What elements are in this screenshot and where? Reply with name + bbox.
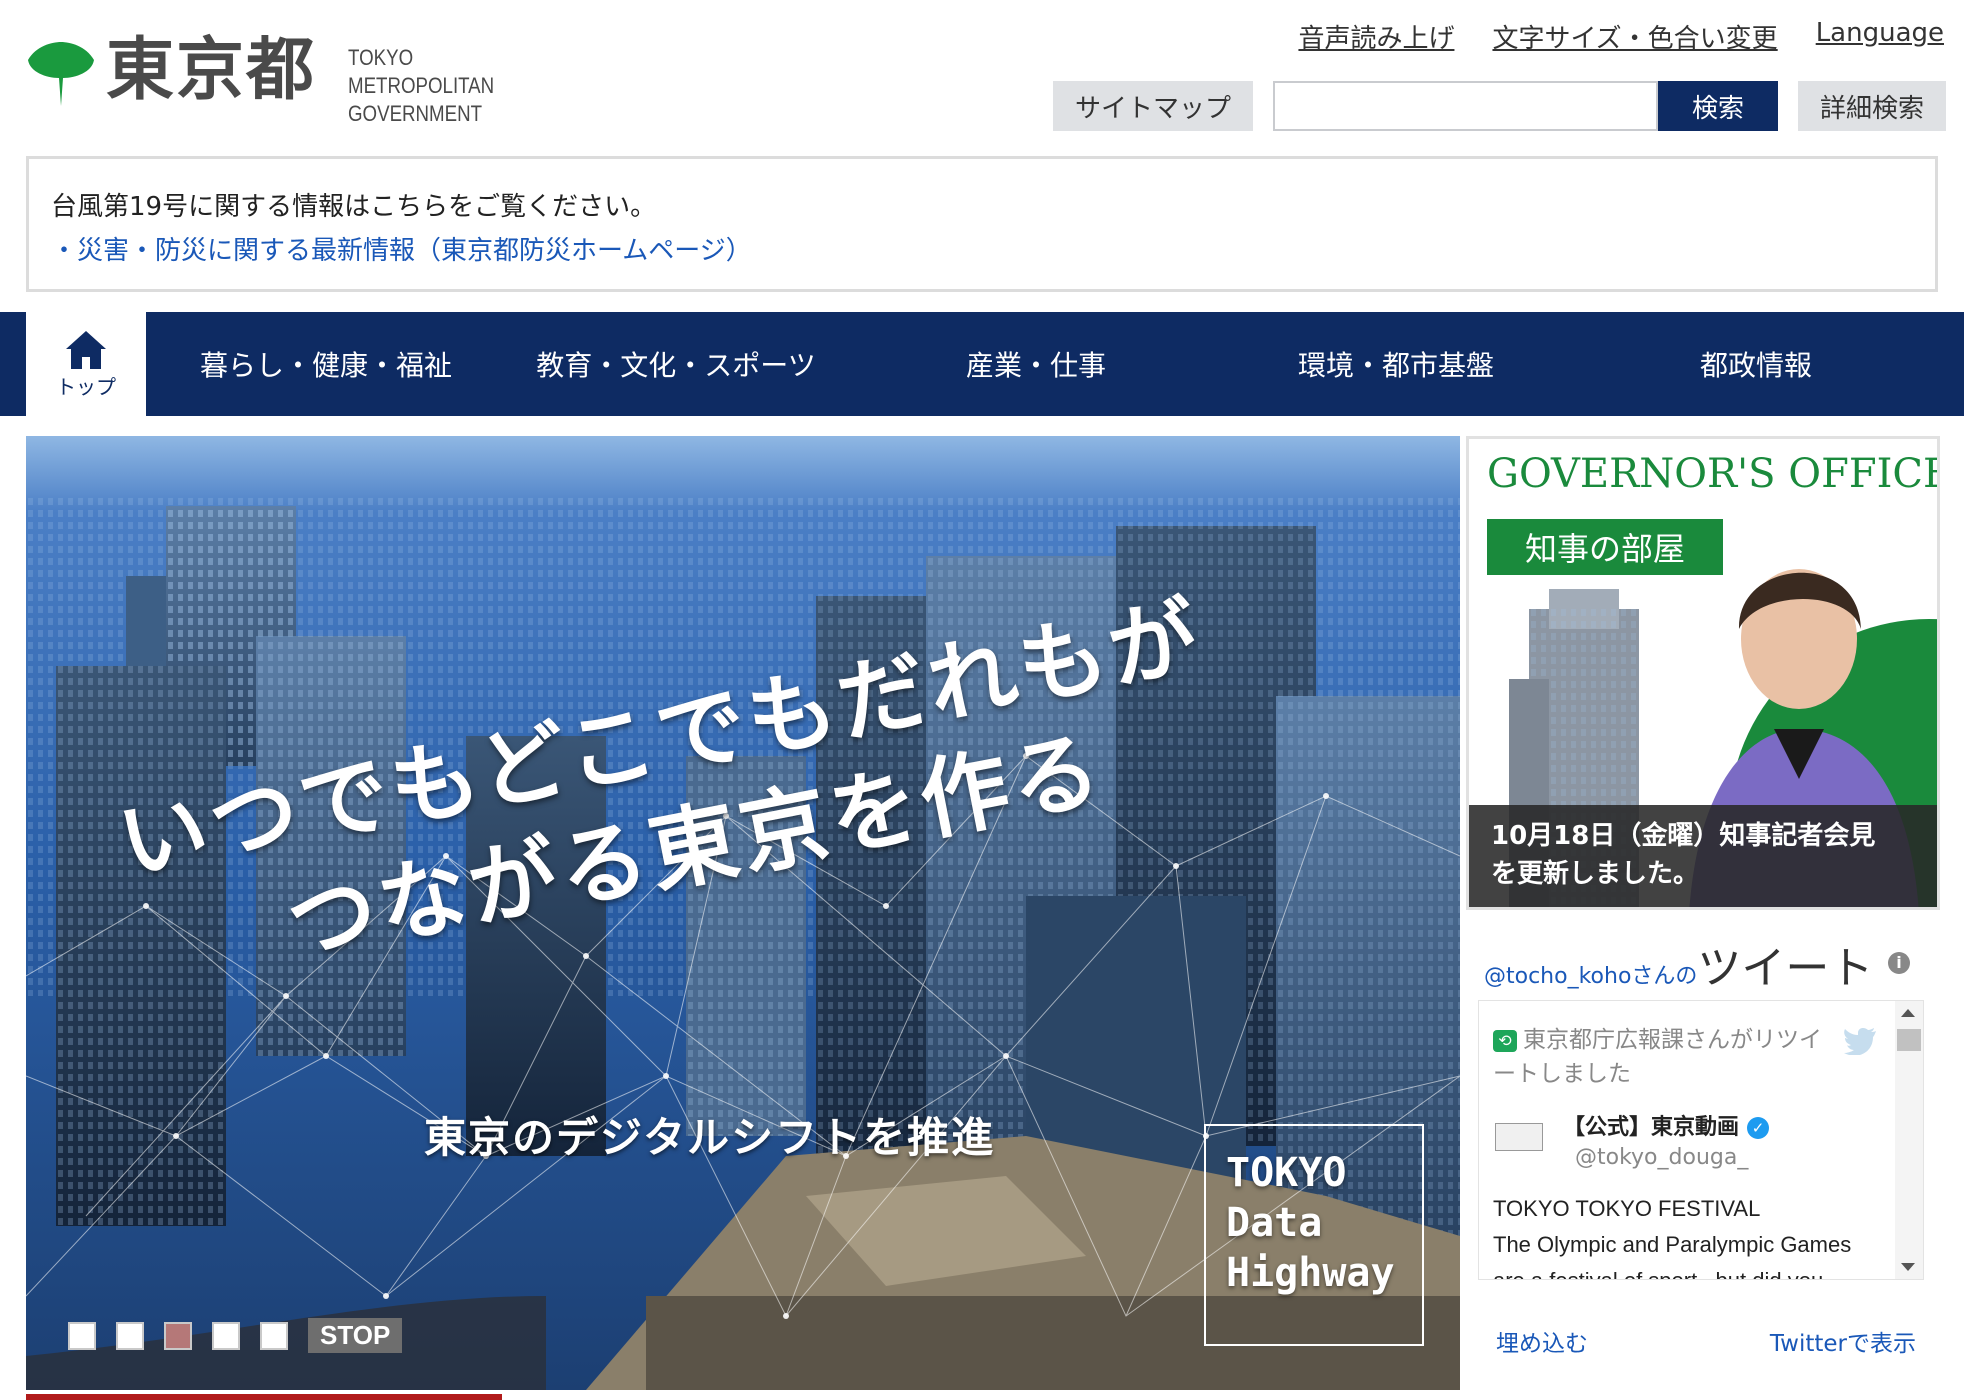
badge-line1: TOKYO: [1226, 1150, 1347, 1196]
typhoon-notice: 台風第19号に関する情報はこちらをご覧ください。 ・災害・防災に関する最新情報（…: [26, 156, 1938, 292]
governors-office-title: GOVERNOR'S OFFICE: [1487, 451, 1940, 497]
tweet-timeline[interactable]: ⟲ 東京都庁広報課さんがリツイ ートしました 【公式】東京動画 ✓ @tokyo_d…: [1478, 1000, 1924, 1280]
tweet-line1: TOKYO TOKYO FESTIVAL: [1493, 1196, 1761, 1221]
tokyo-data-highway-badge: TOKYO Data Highway: [1204, 1124, 1424, 1346]
account-avatar[interactable]: [1495, 1123, 1543, 1151]
badge-line3: Highway: [1226, 1250, 1395, 1296]
scroll-down-arrow-icon[interactable]: [1901, 1263, 1915, 1271]
nav-item-government[interactable]: 都政情報: [1566, 312, 1946, 416]
utility-links: 音声読み上げ 文字サイズ・色合い変更 Language: [1298, 18, 1944, 55]
slide-dot-4[interactable]: [212, 1321, 240, 1350]
slide-dot-3[interactable]: [164, 1321, 192, 1350]
global-nav: トップ 暮らし・健康・福祉 教育・文化・スポーツ 産業・仕事 環境・都市基盤 都…: [0, 312, 1964, 416]
retweet-line2: ートしました: [1493, 1061, 1631, 1087]
language-link[interactable]: Language: [1816, 18, 1944, 55]
scroll-thumb[interactable]: [1897, 1029, 1921, 1051]
sitemap-button[interactable]: サイトマップ: [1052, 81, 1253, 131]
twitter-heading-label: ツイート: [1697, 943, 1874, 994]
bottom-accent-bar: [26, 1394, 502, 1400]
logo-kanji: 東京都: [106, 30, 317, 110]
governor-news-caption: 10月18日（金曜）知事記者会見 を更新しました。: [1469, 805, 1937, 907]
account-name-text: 【公式】東京動画: [1563, 1115, 1740, 1140]
disaster-info-link[interactable]: ・災害・防災に関する最新情報（東京都防災ホームページ）: [51, 236, 752, 266]
twitter-handle-link[interactable]: @tocho_koho: [1484, 964, 1631, 989]
home-icon: [66, 330, 106, 369]
text-to-speech-link[interactable]: 音声読み上げ: [1298, 18, 1454, 55]
tweet-text: TOKYO TOKYO FESTIVAL The Olympic and Par…: [1493, 1191, 1893, 1279]
font-size-color-link[interactable]: 文字サイズ・色合い変更: [1492, 18, 1777, 55]
search-bar: サイトマップ 検索 詳細検索: [1052, 81, 1946, 131]
view-on-twitter-link[interactable]: Twitterで表示: [1770, 1324, 1916, 1358]
site-logo[interactable]: 東京都 TOKYO METROPOLITAN GOVERNMENT: [26, 30, 566, 126]
info-icon[interactable]: i: [1888, 952, 1910, 974]
nav-home-label: トップ: [56, 374, 116, 399]
nav-item-education[interactable]: 教育・文化・スポーツ: [506, 312, 846, 416]
nav-item-environment[interactable]: 環境・都市基盤: [1226, 312, 1566, 416]
tweet-line3: are a festival of sport –but did you: [1493, 1263, 1893, 1279]
logo-english-line1: TOKYO METROPOLITAN: [348, 45, 495, 98]
hero-subline: 東京のデジタルシフトを推進: [424, 1113, 996, 1162]
account-name[interactable]: 【公式】東京動画 ✓: [1563, 1109, 1770, 1141]
twitter-handle-suffix: さんの: [1631, 964, 1698, 989]
search-input[interactable]: [1272, 81, 1658, 131]
logo-english: TOKYO METROPOLITAN GOVERNMENT: [348, 44, 533, 128]
scroll-up-arrow-icon[interactable]: [1901, 1009, 1915, 1017]
slide-dot-2[interactable]: [116, 1321, 144, 1350]
governors-office-banner[interactable]: GOVERNOR'S OFFICE 知事の部屋 10月18日（金曜）知事記者会見…: [1466, 436, 1940, 910]
slider-stop-button[interactable]: STOP: [308, 1318, 403, 1353]
twitter-bird-icon: [1844, 1027, 1876, 1055]
twitter-footer: 埋め込む Twitterで表示: [1496, 1324, 1916, 1358]
tweet-line2: The Olympic and Paralympic Games: [1493, 1232, 1852, 1257]
verified-badge-icon: ✓: [1747, 1117, 1770, 1139]
search-button[interactable]: 検索: [1657, 81, 1778, 131]
caption-line2: を更新しました。: [1491, 859, 1700, 889]
notice-text: 台風第19号に関する情報はこちらをご覧ください。: [51, 192, 657, 222]
nav-item-living[interactable]: 暮らし・健康・福祉: [146, 312, 506, 416]
timeline-scrollbar[interactable]: [1895, 1001, 1923, 1279]
badge-line2: Data: [1226, 1200, 1323, 1246]
retweet-notice: ⟲ 東京都庁広報課さんがリツイ ートしました: [1493, 1023, 1823, 1091]
retweet-line1: 東京都庁広報課さんがリツイ: [1523, 1027, 1822, 1053]
nav-home[interactable]: トップ: [26, 312, 146, 416]
slide-dot-5[interactable]: [260, 1321, 288, 1350]
twitter-heading: @tocho_kohoさんのツイート: [1484, 932, 1873, 996]
slide-dot-1[interactable]: [68, 1321, 96, 1350]
embed-link[interactable]: 埋め込む: [1496, 1324, 1588, 1358]
slider-controls: STOP: [68, 1318, 403, 1353]
governors-office-tag: 知事の部屋: [1487, 519, 1723, 575]
advanced-search-button[interactable]: 詳細検索: [1797, 81, 1946, 131]
logo-english-line2: GOVERNMENT: [348, 101, 483, 126]
nav-item-industry[interactable]: 産業・仕事: [846, 312, 1226, 416]
caption-line1: 10月18日（金曜）知事記者会見: [1491, 821, 1876, 851]
ginkgo-leaf-icon: [28, 42, 94, 106]
twitter-widget: @tocho_kohoさんのツイート i ⟲ 東京都庁広報課さんがリツイ ートしま…: [1466, 920, 1940, 1390]
account-handle[interactable]: @tokyo_douga_: [1575, 1145, 1748, 1170]
retweet-icon: ⟲: [1493, 1029, 1517, 1052]
